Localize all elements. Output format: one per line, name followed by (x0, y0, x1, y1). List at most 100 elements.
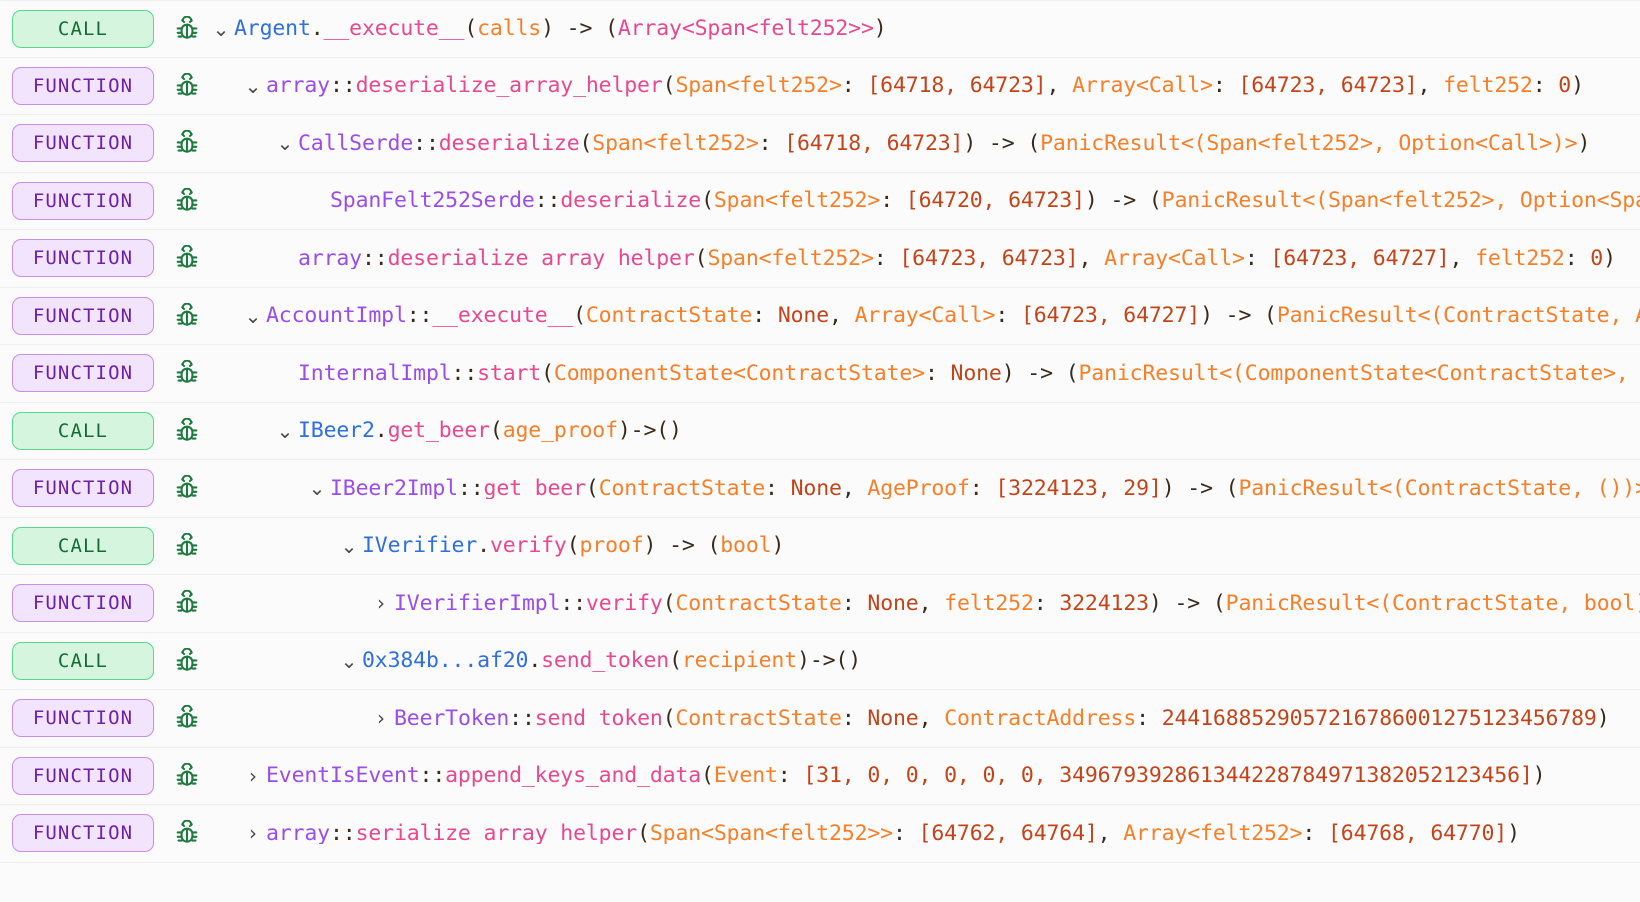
token-punct: : (1564, 247, 1591, 269)
chevron-down-icon[interactable]: ⌄ (272, 421, 298, 441)
token-type: PanicResult<(ComponentState<ContractStat… (1078, 362, 1640, 384)
bug-icon[interactable] (166, 130, 208, 156)
trace-row[interactable]: FUNCTION › array::serialize_array_helper(S… (0, 805, 1640, 863)
bug-icon[interactable] (166, 360, 208, 386)
signature-cell: › EventIsEvent::append_keys_and_data(Even… (208, 765, 1640, 787)
bug-icon[interactable] (166, 705, 208, 731)
trace-row[interactable]: CALL ⌄ IVerifier.verify(proof) -> (bool) (0, 517, 1640, 575)
token-punct: :: (413, 132, 439, 154)
badge-cell: FUNCTION (0, 354, 166, 393)
chevron-right-icon[interactable]: › (368, 593, 394, 613)
token-punct: :: (406, 305, 433, 327)
token-punct: : (1033, 592, 1060, 614)
trace-signature: IBeer2.get_beer(age_proof)->() (298, 420, 682, 442)
token-ns: array (266, 75, 330, 97)
chevron-right-icon[interactable]: › (240, 823, 266, 843)
badge-function: FUNCTION (12, 354, 154, 393)
chevron-down-icon[interactable]: ⌄ (240, 76, 266, 96)
badge-function: FUNCTION (12, 699, 154, 738)
chevron-down-icon[interactable]: ⌄ (208, 19, 234, 39)
token-punct: : (1136, 707, 1162, 729)
chevron-down-icon[interactable]: ⌄ (336, 651, 362, 671)
token-val: None (790, 477, 842, 499)
token-punct: ) -> ( (1148, 592, 1226, 614)
token-type: ContractState (675, 592, 842, 614)
badge-call: CALL (12, 9, 154, 48)
trace-row[interactable]: FUNCTION ›InternalImpl::start(ComponentSt… (0, 345, 1640, 403)
token-val: 0 (1590, 247, 1604, 269)
bug-icon[interactable] (166, 647, 208, 674)
chevron-down-icon[interactable]: ⌄ (336, 536, 362, 556)
trace-row[interactable]: FUNCTION › BeerToken::send_token(ContractS… (0, 690, 1640, 748)
token-punct: )->() (617, 420, 682, 442)
bug-icon[interactable] (166, 302, 208, 329)
signature-cell: ⌄ Argent.__execute__(calls) -> (Array<Spa… (208, 18, 1640, 40)
trace-row[interactable]: FUNCTION ⌄ IBeer2Impl::get_beer(ContractSt… (0, 460, 1640, 518)
call-trace-panel[interactable]: CALL ⌄ Argent.__execute__(calls) -> (Array… (0, 0, 1640, 902)
trace-row[interactable]: FUNCTION›SpanFelt252Serde::deserialize(S… (0, 172, 1640, 230)
signature-cell: ›InternalImpl::start(ComponentState<Cont… (208, 363, 1640, 385)
token-punct: : (969, 477, 996, 499)
token-val: [64718, 64723] (784, 132, 964, 154)
bug-icon[interactable] (166, 532, 208, 559)
badge-cell: FUNCTION (0, 296, 166, 335)
bug-icon[interactable] (166, 72, 208, 99)
chevron-down-icon[interactable]: ⌄ (272, 133, 298, 153)
trace-row[interactable]: FUNCTION ⌄ array::deserialize_array_helper… (0, 57, 1640, 115)
token-punct: :: (509, 707, 535, 729)
token-ns: BeerToken (394, 707, 510, 729)
token-val: None (777, 305, 829, 327)
token-punct: :: (451, 362, 478, 384)
badge-function: FUNCTION (12, 239, 154, 278)
bug-icon[interactable] (166, 187, 208, 214)
token-punct: :: (560, 592, 586, 614)
badge-cell: FUNCTION (0, 66, 166, 105)
bug-icon[interactable] (166, 590, 208, 616)
chevron-right-icon[interactable]: › (368, 708, 394, 728)
token-punct: ) (1532, 765, 1546, 787)
token-punct: : (758, 132, 785, 154)
token-ns: InternalImpl (298, 362, 452, 384)
token-fn: get_beer (387, 420, 491, 442)
bug-icon[interactable] (166, 475, 208, 501)
token-fn: Array<Span<felt252>> (617, 18, 874, 40)
token-punct: : (752, 305, 778, 327)
token-fn: verify (585, 592, 663, 614)
token-punct: , (918, 707, 945, 729)
token-punct: ( (464, 18, 478, 40)
trace-row[interactable]: CALL ⌄ IBeer2.get_beer(age_proof)->() (0, 402, 1640, 460)
trace-row[interactable]: FUNCTION ⌄ CallSerde::deserialize(Span<fel… (0, 115, 1640, 173)
token-fn: serialize_array_helper (355, 822, 638, 844)
token-type: felt252 (1443, 75, 1533, 97)
bug-icon[interactable] (166, 417, 208, 444)
token-punct: ) (771, 535, 785, 557)
bug-icon[interactable] (166, 820, 208, 846)
trace-row[interactable]: CALL ⌄ Argent.__execute__(calls) -> (Array… (0, 0, 1640, 58)
trace-signature: array::serialize_array_helper(Span<Span<… (266, 823, 1520, 845)
chevron-down-icon[interactable]: ⌄ (240, 306, 266, 326)
chevron-right-icon[interactable]: › (240, 766, 266, 786)
bug-icon[interactable] (166, 15, 208, 42)
trace-row[interactable]: FUNCTION ⌄ AccountImpl::__execute__(Contra… (0, 287, 1640, 345)
token-type: Span<felt252> (713, 190, 881, 212)
trace-row[interactable]: FUNCTION › IVerifierImpl::verify(ContractS… (0, 575, 1640, 633)
token-type: Span<felt252> (592, 132, 759, 154)
trace-row[interactable]: FUNCTION›array::deserialize_array_helper… (0, 230, 1640, 288)
token-val: [31, 0, 0, 0, 0, 0, 34967939286134422878… (803, 765, 1533, 787)
token-type: ComponentState<ContractState> (553, 362, 925, 384)
token-type: age_proof (502, 420, 618, 442)
token-punct: ) (1507, 822, 1520, 844)
token-ctr: IBeer2 (298, 420, 375, 442)
bug-icon[interactable] (166, 245, 208, 271)
trace-row[interactable]: FUNCTION › EventIsEvent::append_keys_and_d… (0, 747, 1640, 805)
badge-function: FUNCTION (12, 124, 154, 163)
trace-row[interactable]: CALL ⌄ 0x384b...af20.send_token(recipient)… (0, 632, 1640, 690)
chevron-down-icon[interactable]: ⌄ (304, 478, 330, 498)
token-punct: : (777, 765, 804, 787)
trace-signature: CallSerde::deserialize(Span<felt252>: [6… (298, 133, 1590, 155)
token-fn: deserialize (560, 190, 702, 212)
trace-signature: array::deserialize_array_helper(Span<fel… (298, 248, 1616, 270)
token-type: ContractAddress (944, 707, 1137, 729)
bug-icon[interactable] (166, 762, 208, 789)
token-punct: ) -> ( (1161, 477, 1239, 499)
